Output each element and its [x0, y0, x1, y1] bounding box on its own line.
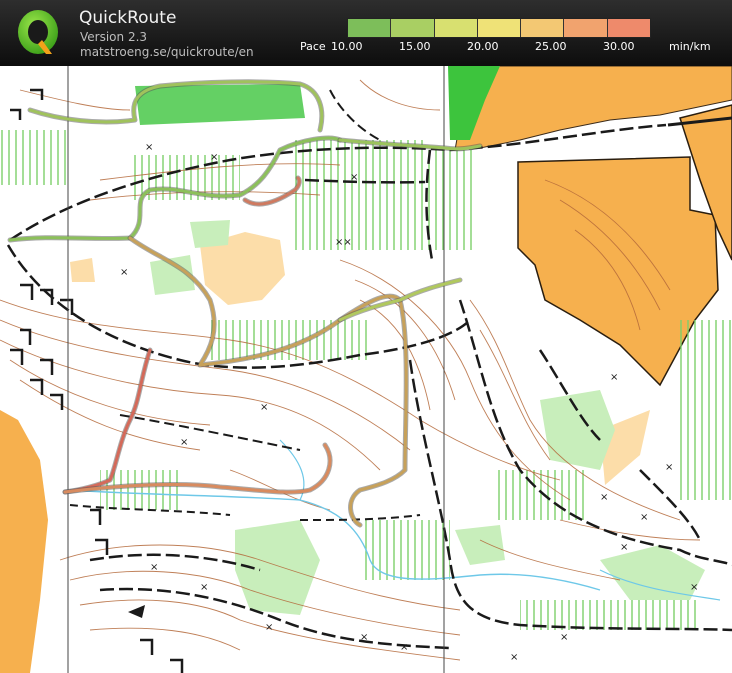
app-title: QuickRoute [79, 8, 177, 28]
pace-color-scale [347, 18, 651, 38]
vegetation-area [540, 390, 615, 470]
pace-label: Pace [300, 40, 326, 53]
orienteering-map[interactable]: × × × ×× × × × × × × × × × × × × × × × × [0, 66, 732, 673]
svg-text:×: × [665, 462, 673, 473]
svg-text:×: × [210, 152, 218, 163]
pace-segment [521, 19, 565, 37]
app-version: Version 2.3 [80, 30, 148, 44]
svg-text:×: × [400, 642, 408, 653]
svg-text:××: ×× [335, 237, 352, 248]
svg-text:×: × [640, 512, 648, 523]
svg-text:×: × [145, 142, 153, 153]
vegetation-area [190, 220, 230, 248]
svg-text:×: × [180, 437, 188, 448]
pace-tick-label: 25.00 [535, 40, 567, 53]
svg-text:×: × [610, 372, 618, 383]
svg-text:×: × [510, 652, 518, 663]
quickroute-window: QuickRoute Version 2.3 matstroeng.se/qui… [0, 0, 732, 673]
svg-text:×: × [265, 622, 273, 633]
pace-segment [434, 19, 478, 37]
pace-segment [607, 19, 650, 37]
svg-text:×: × [120, 267, 128, 278]
svg-text:×: × [360, 632, 368, 643]
vegetation-area [135, 84, 305, 125]
svg-text:×: × [600, 492, 608, 503]
svg-text:×: × [260, 402, 268, 413]
svg-text:×: × [200, 582, 208, 593]
svg-text:×: × [620, 542, 628, 553]
pace-segment [564, 19, 608, 37]
svg-text:×: × [350, 172, 358, 183]
pace-segment [391, 19, 435, 37]
pace-tick-label: 10.00 [331, 40, 363, 53]
svg-text:×: × [560, 632, 568, 643]
rough-open-area [70, 258, 95, 282]
pace-tick-label: 30.00 [603, 40, 635, 53]
pace-tick-label: 20.00 [467, 40, 499, 53]
pace-unit: min/km [669, 40, 711, 53]
header-bar: QuickRoute Version 2.3 matstroeng.se/qui… [0, 0, 732, 66]
pace-segment [348, 19, 392, 37]
pace-segment [477, 19, 522, 37]
app-url: matstroeng.se/quickroute/en [80, 45, 254, 59]
quickroute-logo-icon [18, 10, 58, 54]
svg-text:×: × [150, 562, 158, 573]
pace-tick-label: 15.00 [399, 40, 431, 53]
svg-text:×: × [690, 582, 698, 593]
